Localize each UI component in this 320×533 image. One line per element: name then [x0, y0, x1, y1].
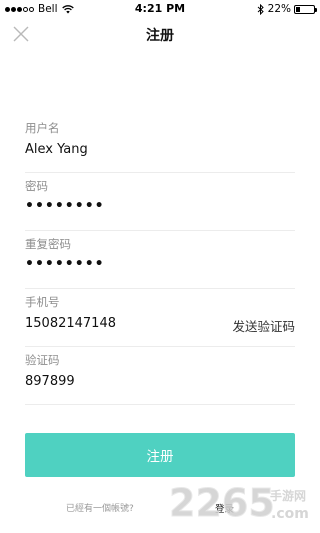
register-button[interactable]: 注册 [25, 433, 295, 477]
svg-text:.com: .com [271, 506, 309, 522]
phone-label: 手机号 [25, 295, 60, 309]
code-input[interactable]: 897899 [25, 374, 75, 389]
svg-text:手游网: 手游网 [270, 488, 306, 503]
have-account-text: 已經有一個帳號? [66, 504, 134, 514]
confirm-password-input[interactable]: •••••••• [25, 256, 105, 272]
username-input[interactable]: Alex Yang [25, 142, 88, 157]
status-bar: Bell 4:21 PM 22% [0, 0, 320, 18]
password-field[interactable]: 密码 •••••••• [25, 173, 295, 231]
phone-field[interactable]: 手机号 15082147148 发送验证码 [25, 289, 295, 347]
code-field[interactable]: 验证码 897899 [25, 347, 295, 405]
code-label: 验证码 [25, 353, 60, 367]
status-bar-right: 22% [257, 3, 317, 15]
username-label: 用户名 [25, 121, 60, 135]
page-title: 注册 [146, 28, 174, 44]
svg-text:2265: 2265 [169, 481, 275, 525]
register-form: 用户名 Alex Yang 密码 •••••••• 重复密码 •••••••• … [25, 115, 295, 405]
password-label: 密码 [25, 179, 48, 193]
send-code-button[interactable]: 发送验证码 [232, 316, 295, 335]
battery-level-fill [296, 6, 300, 12]
bluetooth-icon [257, 3, 264, 15]
confirm-password-label: 重复密码 [25, 237, 71, 251]
username-field[interactable]: 用户名 Alex Yang [25, 115, 295, 173]
password-input[interactable]: •••••••• [25, 198, 105, 214]
watermark-logo: 2265 手游网 .com [169, 481, 309, 526]
register-screen: Bell 4:21 PM 22% 注册 用户名 Alex Yang 密码 •••… [0, 0, 320, 533]
nav-bar: 注册 [0, 18, 320, 48]
confirm-password-field[interactable]: 重复密码 •••••••• [25, 231, 295, 289]
battery-percent: 22% [267, 3, 291, 15]
battery-icon [294, 4, 317, 14]
phone-input[interactable]: 15082147148 [25, 316, 116, 331]
